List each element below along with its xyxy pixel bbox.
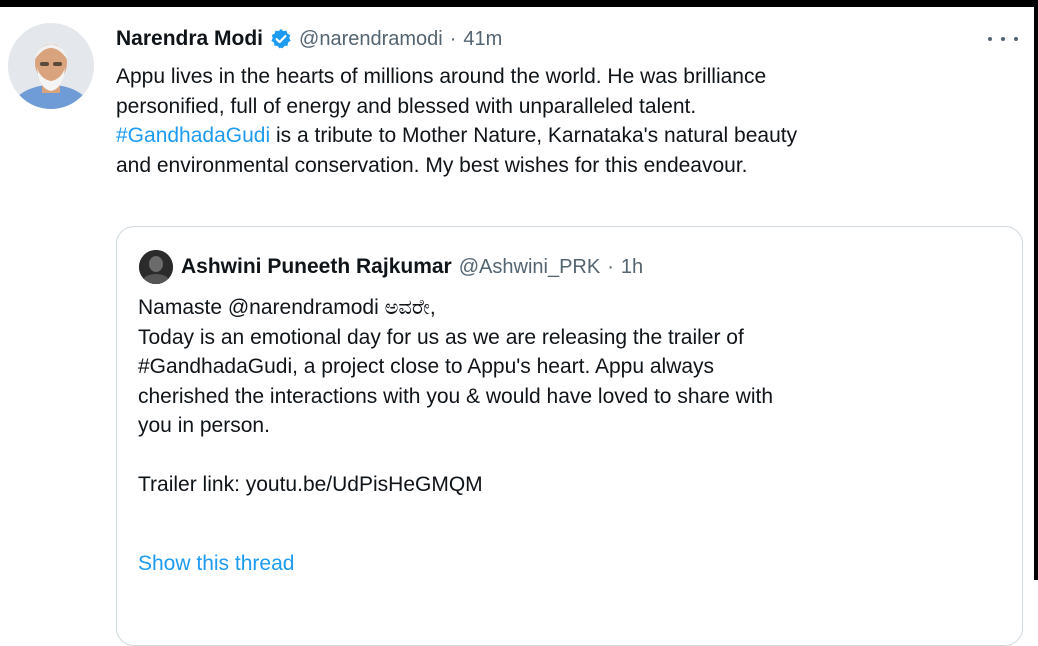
tweet-body: Appu lives in the hearts of millions aro… (116, 62, 1006, 180)
tweet-line: personified, full of energy and blessed … (116, 94, 697, 118)
top-edge-bar (0, 0, 1038, 7)
quoted-author-handle: @Ashwini_PRK (458, 255, 601, 278)
quoted-tweet-body: Namaste @narendramodi ಅವರೇ, Today is an … (138, 293, 998, 500)
quoted-line: #GandhadaGudi, a project close to Appu's… (138, 355, 715, 378)
quoted-author-name: Ashwini Puneeth Rajkumar (181, 255, 452, 278)
right-edge-bar (1034, 0, 1038, 580)
quoted-line (138, 441, 998, 471)
show-thread-link[interactable]: Show this thread (138, 552, 294, 576)
quoted-header-separator: · (607, 255, 614, 278)
quoted-tweet-header: Ashwini Puneeth Rajkumar @Ashwini_PRK · … (139, 250, 644, 284)
author-handle[interactable]: @narendramodi (299, 28, 443, 51)
quoted-tweet-card[interactable]: Ashwini Puneeth Rajkumar @Ashwini_PRK · … (116, 226, 1023, 646)
tweet-line: #GandhadaGudi is a tribute to Mother Nat… (116, 121, 1006, 151)
tweet-time[interactable]: 41m (463, 28, 502, 51)
header-separator: · (449, 27, 457, 50)
hashtag-link[interactable]: #GandhadaGudi (116, 124, 270, 147)
quoted-line: you in person. (138, 414, 270, 437)
author-avatar[interactable] (8, 23, 94, 109)
avatar-portrait-icon (8, 23, 94, 109)
avatar-portrait-icon (139, 250, 173, 284)
tweet-header: Narendra Modi @narendramodi · 41m (116, 24, 502, 54)
more-options-icon[interactable] (988, 28, 1018, 50)
quoted-line: cherished the interactions with you & wo… (138, 384, 774, 408)
quoted-tweet-time: 1h (620, 255, 644, 278)
tweet-line: and environmental conservation. My best … (116, 153, 748, 177)
dot-icon (1014, 37, 1018, 41)
tweet-line-rest: is a tribute to Mother Nature, Karnataka… (270, 124, 798, 147)
quoted-line: Trailer link: youtu.be/UdPisHeGMQM (138, 473, 483, 496)
tweet-line: Appu lives in the hearts of millions aro… (116, 65, 767, 88)
dot-icon (1001, 37, 1005, 41)
quoted-line: Today is an emotional day for us as we a… (138, 325, 744, 349)
verified-badge-icon (271, 29, 291, 49)
dot-icon (988, 37, 992, 41)
author-name[interactable]: Narendra Modi (116, 27, 263, 51)
quoted-line: Namaste @narendramodi ಅವರೇ, (138, 296, 436, 319)
quoted-author-avatar (139, 250, 173, 284)
